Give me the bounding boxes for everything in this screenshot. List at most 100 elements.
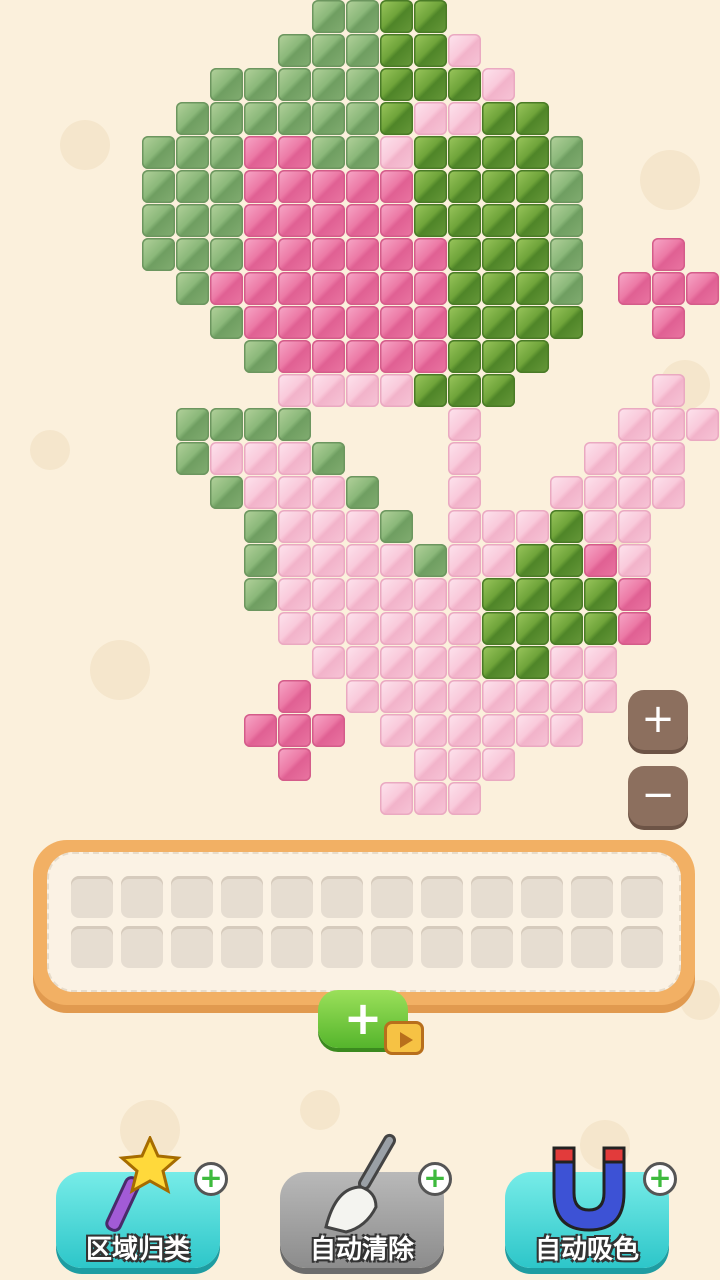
pixel-block[interactable] — [346, 612, 379, 645]
pixel-block[interactable] — [312, 0, 345, 33]
pixel-block[interactable] — [142, 238, 175, 271]
pixel-block[interactable] — [346, 0, 379, 33]
pixel-block[interactable] — [516, 612, 549, 645]
pixel-block[interactable] — [516, 714, 549, 747]
pixel-block[interactable] — [414, 646, 447, 679]
pixel-block[interactable] — [516, 204, 549, 237]
pixel-block[interactable] — [482, 238, 515, 271]
pixel-block[interactable] — [380, 510, 413, 543]
pixel-block[interactable] — [244, 68, 277, 101]
pixel-block[interactable] — [244, 442, 277, 475]
pixel-block[interactable] — [244, 306, 277, 339]
pixel-block[interactable] — [278, 510, 311, 543]
pixel-block[interactable] — [278, 442, 311, 475]
pixel-block[interactable] — [210, 102, 243, 135]
pixel-block[interactable] — [448, 34, 481, 67]
pixel-block[interactable] — [244, 510, 277, 543]
pixel-block[interactable] — [414, 612, 447, 645]
pixel-block[interactable] — [380, 136, 413, 169]
pixel-block[interactable] — [482, 646, 515, 679]
pixel-block[interactable] — [176, 136, 209, 169]
pixel-block[interactable] — [176, 204, 209, 237]
pixel-block[interactable] — [380, 34, 413, 67]
pixel-block[interactable] — [482, 136, 515, 169]
pixel-block[interactable] — [278, 748, 311, 781]
pixel-block[interactable] — [414, 204, 447, 237]
pixel-block[interactable] — [584, 510, 617, 543]
pixel-block[interactable] — [448, 68, 481, 101]
pixel-block[interactable] — [652, 442, 685, 475]
pixel-block[interactable] — [448, 782, 481, 815]
pixel-block[interactable] — [448, 646, 481, 679]
pixel-block[interactable] — [686, 272, 719, 305]
pixel-block[interactable] — [448, 544, 481, 577]
tool-auto-pick-color-button[interactable]: + 自动吸色 — [505, 1146, 677, 1268]
pixel-block[interactable] — [312, 544, 345, 577]
pixel-block[interactable] — [482, 612, 515, 645]
pixel-block[interactable] — [244, 272, 277, 305]
pixel-block[interactable] — [278, 714, 311, 747]
pixel-block[interactable] — [312, 646, 345, 679]
pixel-block[interactable] — [346, 272, 379, 305]
pixel-block[interactable] — [312, 272, 345, 305]
pixel-block[interactable] — [380, 782, 413, 815]
pixel-block[interactable] — [618, 578, 651, 611]
pixel-block[interactable] — [312, 136, 345, 169]
pixel-block[interactable] — [652, 238, 685, 271]
zoom-in-button[interactable]: + — [628, 690, 688, 750]
pixel-block[interactable] — [380, 170, 413, 203]
pixel-block[interactable] — [210, 238, 243, 271]
pixel-block[interactable] — [346, 510, 379, 543]
pixel-block[interactable] — [482, 272, 515, 305]
pixel-block[interactable] — [176, 272, 209, 305]
pixel-block[interactable] — [380, 578, 413, 611]
pixel-block[interactable] — [516, 680, 549, 713]
pixel-block[interactable] — [346, 578, 379, 611]
pixel-block[interactable] — [312, 170, 345, 203]
pixel-block[interactable] — [618, 544, 651, 577]
pixel-block[interactable] — [618, 408, 651, 441]
pixel-block[interactable] — [346, 34, 379, 67]
pixel-block[interactable] — [312, 102, 345, 135]
pixel-block[interactable] — [550, 306, 583, 339]
pixel-block[interactable] — [278, 612, 311, 645]
pixel-block[interactable] — [244, 578, 277, 611]
pixel-block[interactable] — [448, 476, 481, 509]
pixel-block[interactable] — [244, 238, 277, 271]
pixel-block[interactable] — [312, 612, 345, 645]
pixel-block[interactable] — [176, 238, 209, 271]
pixel-block[interactable] — [448, 272, 481, 305]
pixel-block[interactable] — [550, 476, 583, 509]
pixel-block[interactable] — [448, 748, 481, 781]
pixel-block[interactable] — [244, 544, 277, 577]
pixel-block[interactable] — [244, 102, 277, 135]
pixel-block[interactable] — [482, 306, 515, 339]
pixel-block[interactable] — [380, 68, 413, 101]
pixel-block[interactable] — [244, 476, 277, 509]
pixel-block[interactable] — [448, 612, 481, 645]
pixel-block[interactable] — [278, 136, 311, 169]
pixel-block[interactable] — [652, 476, 685, 509]
pixel-block[interactable] — [244, 136, 277, 169]
pixel-block[interactable] — [652, 272, 685, 305]
pixel-block[interactable] — [516, 340, 549, 373]
pixel-block[interactable] — [380, 544, 413, 577]
pixel-block[interactable] — [550, 578, 583, 611]
pixel-art-board[interactable] — [0, 0, 720, 820]
pixel-block[interactable] — [448, 374, 481, 407]
pixel-block[interactable] — [516, 238, 549, 271]
pixel-block[interactable] — [482, 680, 515, 713]
pixel-block[interactable] — [278, 476, 311, 509]
pixel-block[interactable] — [550, 238, 583, 271]
pixel-block[interactable] — [482, 578, 515, 611]
pixel-block[interactable] — [346, 68, 379, 101]
pixel-block[interactable] — [312, 68, 345, 101]
pixel-block[interactable] — [346, 544, 379, 577]
pixel-block[interactable] — [176, 170, 209, 203]
pixel-block[interactable] — [176, 442, 209, 475]
pixel-block[interactable] — [278, 680, 311, 713]
zoom-out-button[interactable]: − — [628, 766, 688, 826]
pixel-block[interactable] — [380, 340, 413, 373]
pixel-block[interactable] — [380, 612, 413, 645]
pixel-block[interactable] — [516, 170, 549, 203]
